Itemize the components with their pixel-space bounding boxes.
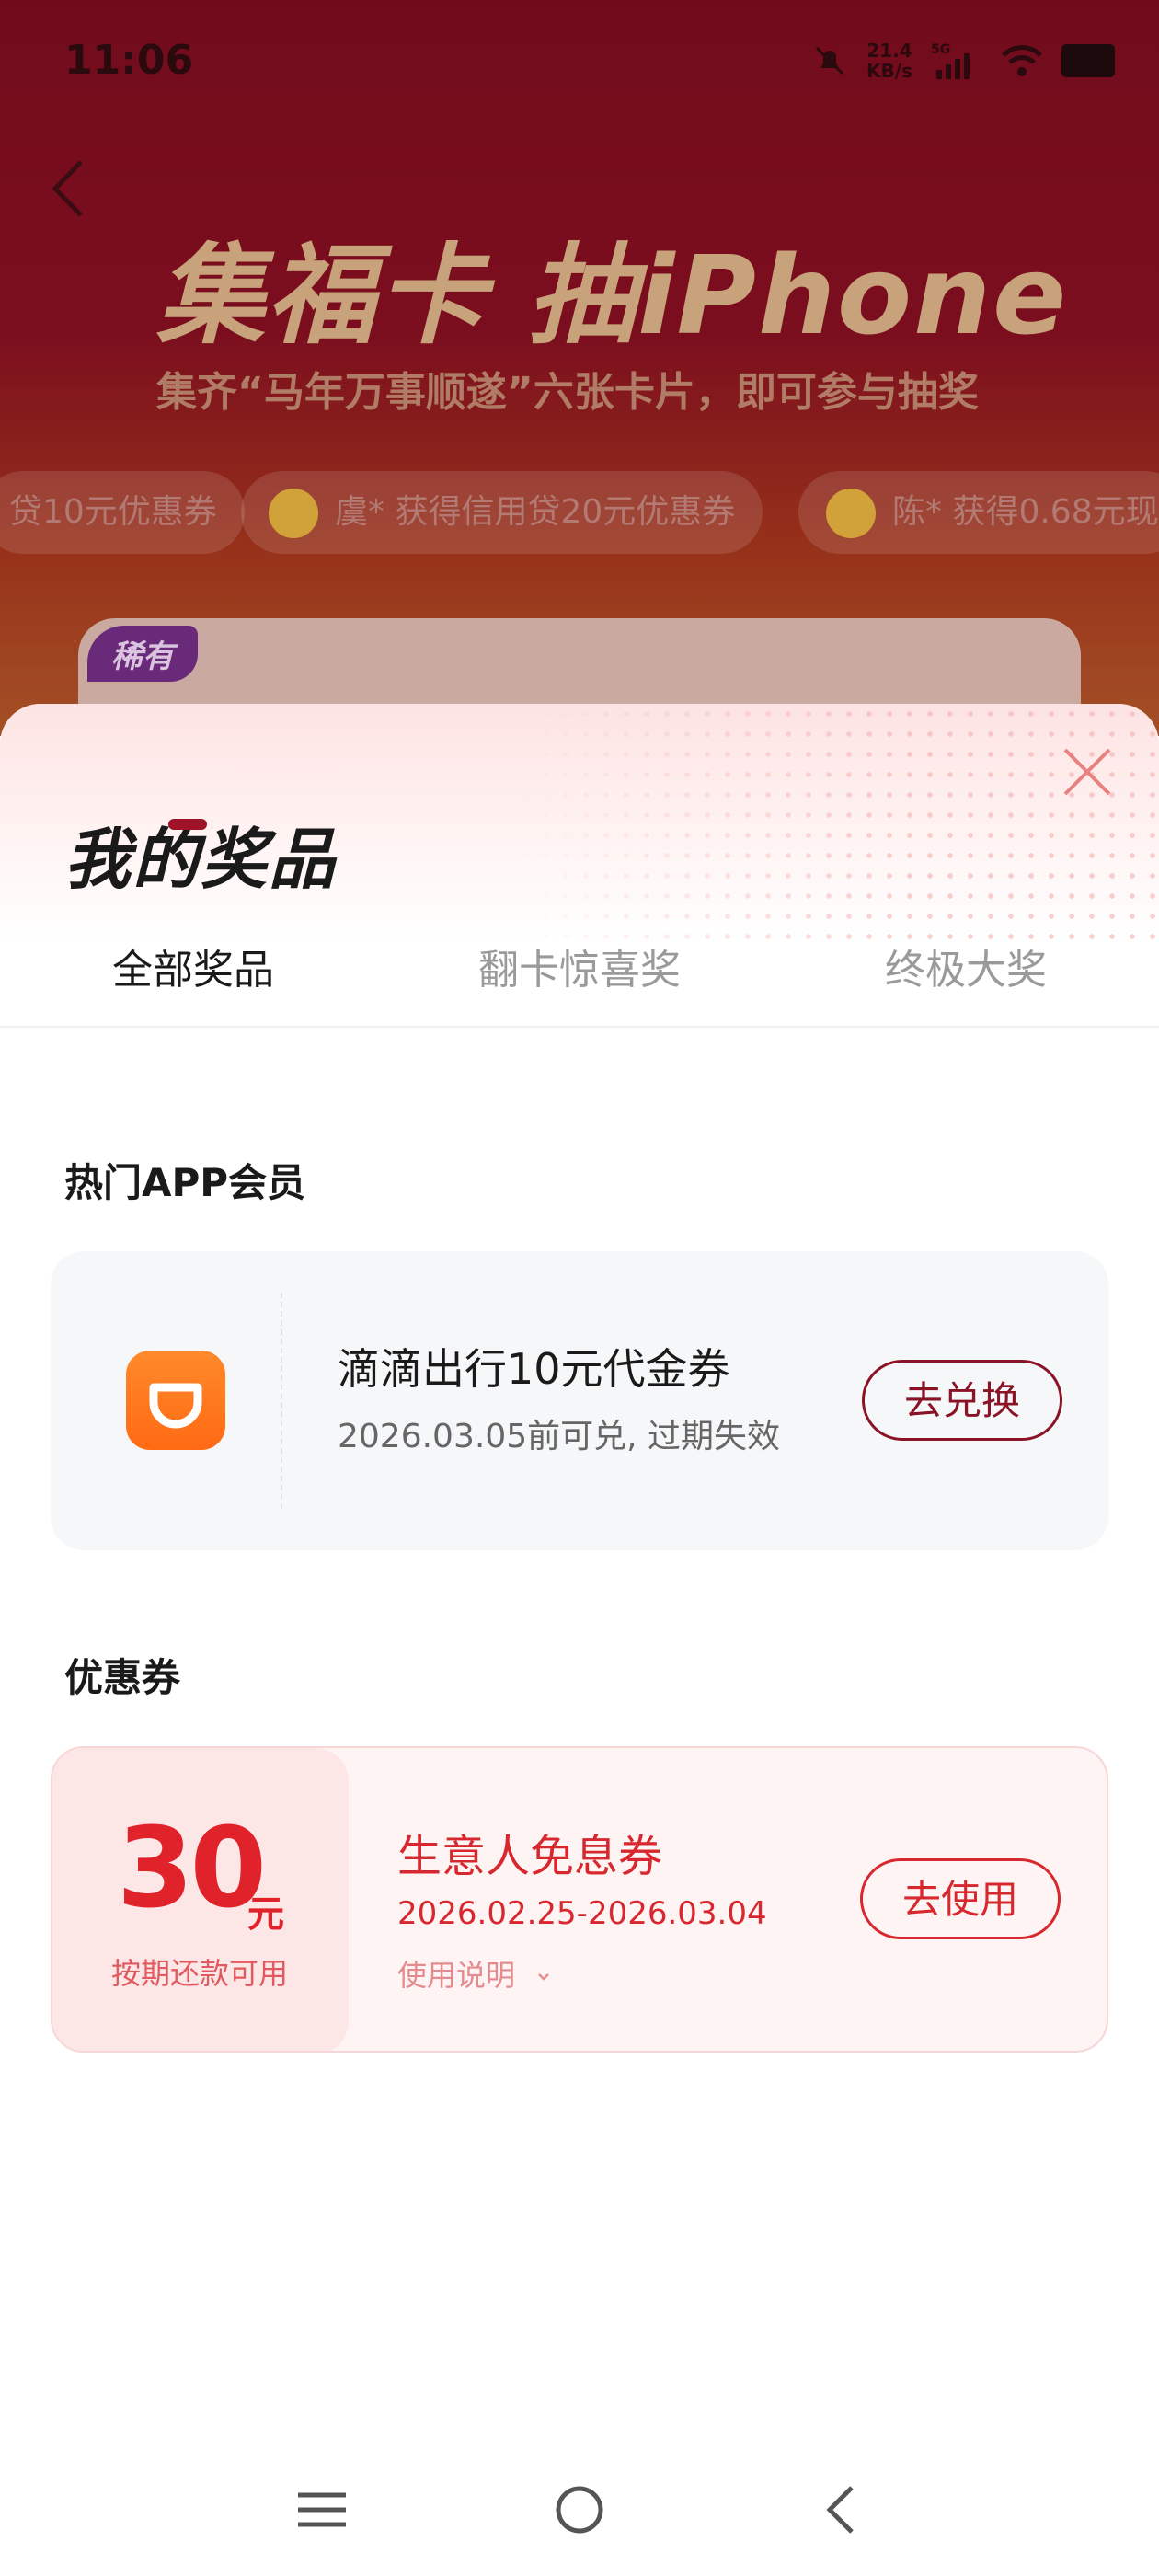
didi-logo-icon [149, 1383, 202, 1429]
campaign-headline: 集福卡 抽iPhone [156, 232, 1069, 359]
rare-badge: 稀有 [87, 626, 198, 682]
membership-prize-name: 滴滴出行10元代金券 [338, 1344, 730, 1394]
emoji-face-icon [826, 489, 876, 538]
home-icon[interactable] [554, 2484, 605, 2536]
emoji-face-icon [269, 489, 318, 538]
my-prizes-sheet: 我的奖品 全部奖品 翻卡惊喜奖 终极大奖 [0, 704, 1159, 2576]
tab-grand-prizes[interactable]: 终极大奖 [819, 929, 1113, 1012]
signal-5g-icon: 5G [931, 42, 970, 79]
net-speed-value: 21.4 [866, 40, 912, 62]
coupon-condition: 按期还款可用 [110, 1956, 288, 1991]
menu-icon[interactable] [296, 2484, 348, 2536]
prize-tabs: 全部奖品 翻卡惊喜奖 终极大奖 [0, 929, 1159, 1028]
net-speed-unit: KB/s [866, 60, 912, 82]
usage-instructions-toggle[interactable]: 使用说明 [397, 1952, 554, 1995]
membership-prize-validity: 2026.03.05前可兑, 过期失效 [338, 1418, 781, 1455]
card-divider [281, 1293, 282, 1509]
back-icon[interactable] [815, 2484, 866, 2536]
chevron-down-icon [538, 1973, 550, 1981]
coupon-unit: 元 [247, 1893, 284, 1936]
tab-flip-card-prizes[interactable]: 翻卡惊喜奖 [432, 929, 727, 1012]
winner-ticker-item: 贷10元优惠券 [0, 471, 245, 554]
back-arrow-icon[interactable] [50, 156, 86, 221]
winner-ticker-item: 陈* 获得0.68元现 [798, 471, 1159, 554]
status-bar: 11:06 21.4 KB/s 5G [0, 0, 1159, 120]
tab-all-prizes[interactable]: 全部奖品 [46, 929, 340, 1012]
ticker-text: 虞* 获得信用贷20元优惠券 [335, 493, 736, 531]
coupon-name: 生意人免息券 [397, 1831, 663, 1882]
wifi-icon [1002, 45, 1042, 76]
system-nav-bar [0, 2447, 1159, 2576]
coupon-amount: 30 [117, 1805, 267, 1933]
net-speed: 21.4 KB/s [866, 40, 912, 81]
status-icons: 21.4 KB/s 5G [811, 40, 1115, 81]
ticker-text: 贷10元优惠券 [9, 493, 217, 531]
active-tab-indicator [168, 819, 207, 830]
coupon-date-range: 2026.02.25-2026.03.04 [397, 1895, 767, 1932]
membership-prize-card: 滴滴出行10元代金券 2026.03.05前可兑, 过期失效 去兑换 [51, 1251, 1108, 1550]
status-time: 11:06 [64, 37, 194, 84]
mute-bell-icon [815, 46, 844, 75]
winner-ticker-item: 虞* 获得信用贷20元优惠券 [241, 471, 763, 554]
header-dot-pattern [515, 704, 1159, 943]
didi-app-icon [126, 1351, 225, 1450]
svg-text:5G: 5G [931, 42, 950, 57]
battery-icon [1061, 44, 1115, 77]
use-coupon-button[interactable]: 去使用 [860, 1858, 1061, 1939]
usage-instructions-label: 使用说明 [397, 1958, 516, 1993]
campaign-subline: 集齐“马年万事顺遂”六张卡片，即可参与抽奖 [156, 369, 979, 416]
coupon-card: 30 元 按期还款可用 生意人免息券 2026.02.25-2026.03.04… [51, 1746, 1108, 2053]
redeem-button[interactable]: 去兑换 [862, 1360, 1062, 1441]
ticker-text: 陈* 获得0.68元现 [892, 493, 1159, 531]
close-icon[interactable] [1060, 744, 1115, 799]
